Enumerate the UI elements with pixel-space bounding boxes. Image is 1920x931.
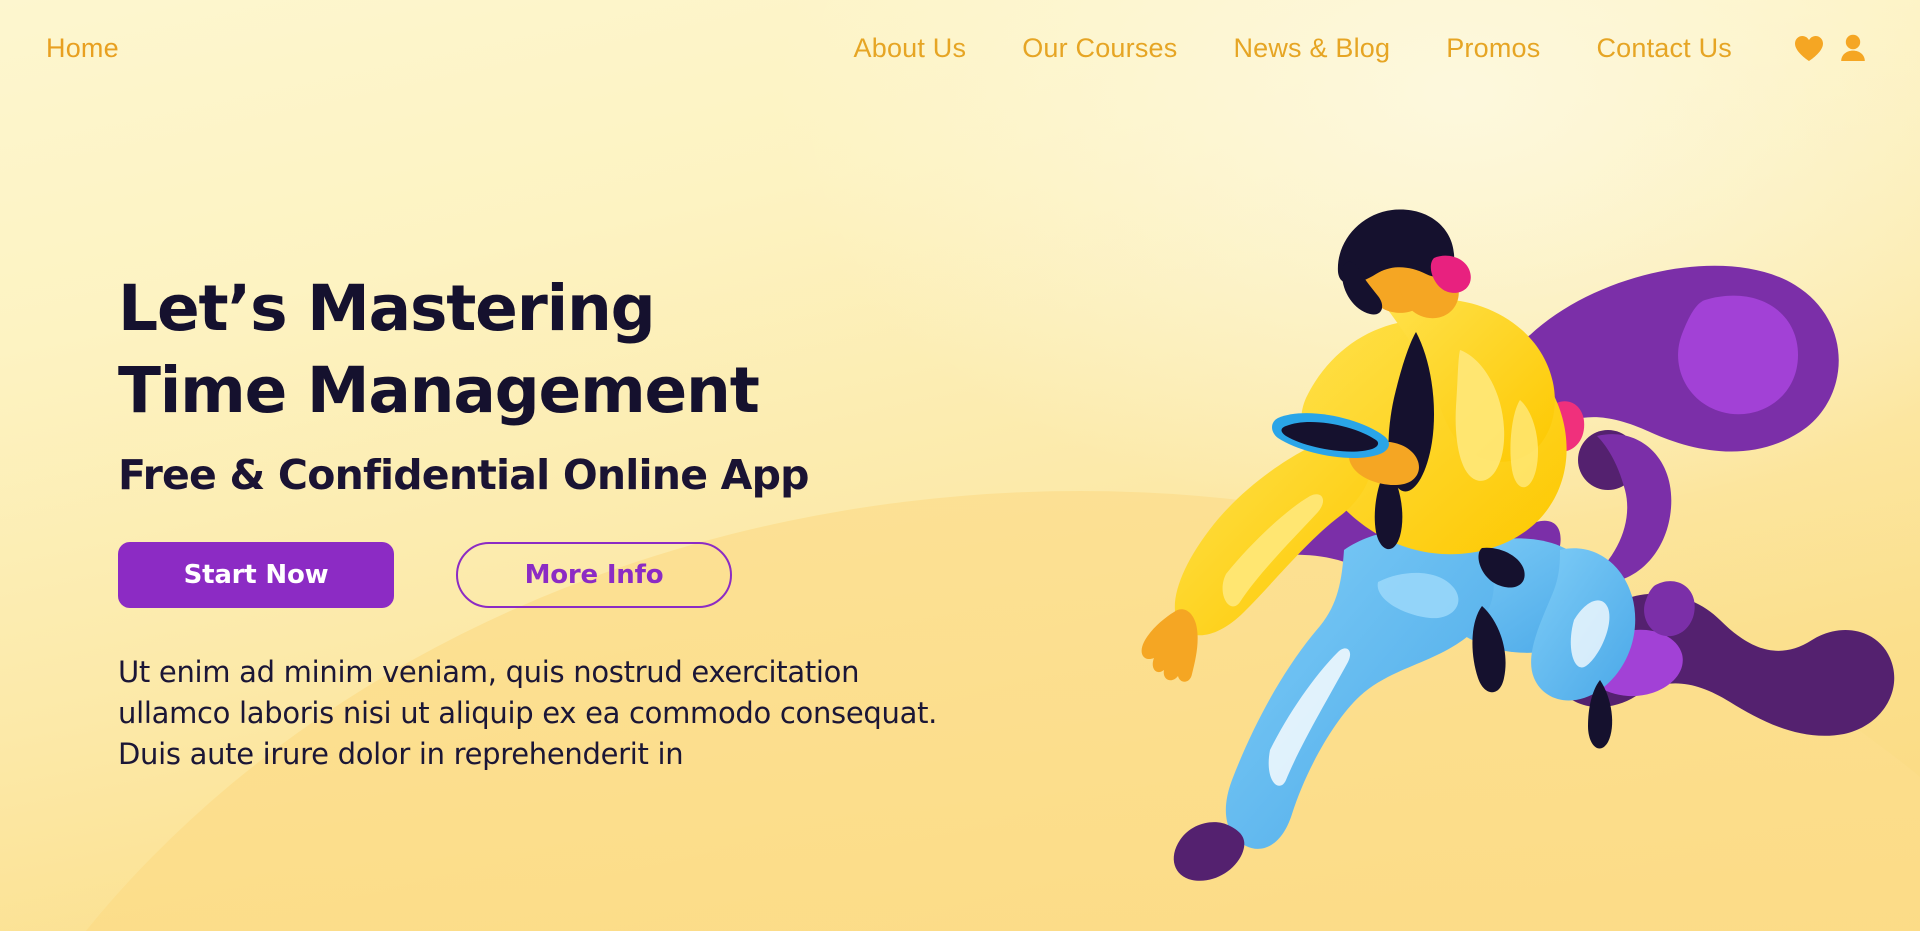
hero-illustration: [1130, 150, 1920, 910]
heart-icon[interactable]: [1794, 35, 1824, 62]
start-now-button[interactable]: Start Now: [118, 541, 394, 608]
page-subtitle: Free & Confidential Online App: [118, 450, 810, 499]
nav-item-our-courses[interactable]: Our Courses: [994, 33, 1205, 64]
hero-description: Ut enim ad minim veniam, quis nostrud ex…: [118, 654, 938, 772]
nav-item-about-us[interactable]: About Us: [826, 33, 995, 64]
nav-item-promos[interactable]: Promos: [1418, 33, 1568, 64]
headline-line-1: Let’s Mastering: [118, 272, 656, 345]
nav-item-news-blog[interactable]: News & Blog: [1205, 33, 1418, 64]
cta-button-row: Start Now More Info: [118, 541, 998, 608]
user-icon[interactable]: [1840, 34, 1866, 62]
main-navigation: Home About Us Our Courses News & Blog Pr…: [0, 0, 1920, 96]
hero-section: Let’s Mastering Time Management Free & C…: [118, 268, 998, 775]
headline-line-2: Time Management: [118, 353, 760, 427]
nav-item-contact-us[interactable]: Contact Us: [1568, 33, 1760, 64]
nav-icon-group: [1794, 34, 1866, 62]
landing-page: Home About Us Our Courses News & Blog Pr…: [0, 0, 1920, 931]
nav-links: About Us Our Courses News & Blog Promos …: [826, 33, 1760, 64]
more-info-button[interactable]: More Info: [456, 541, 732, 608]
page-title: Let’s Mastering Time Management: [118, 268, 998, 432]
nav-item-home[interactable]: Home: [46, 33, 119, 64]
